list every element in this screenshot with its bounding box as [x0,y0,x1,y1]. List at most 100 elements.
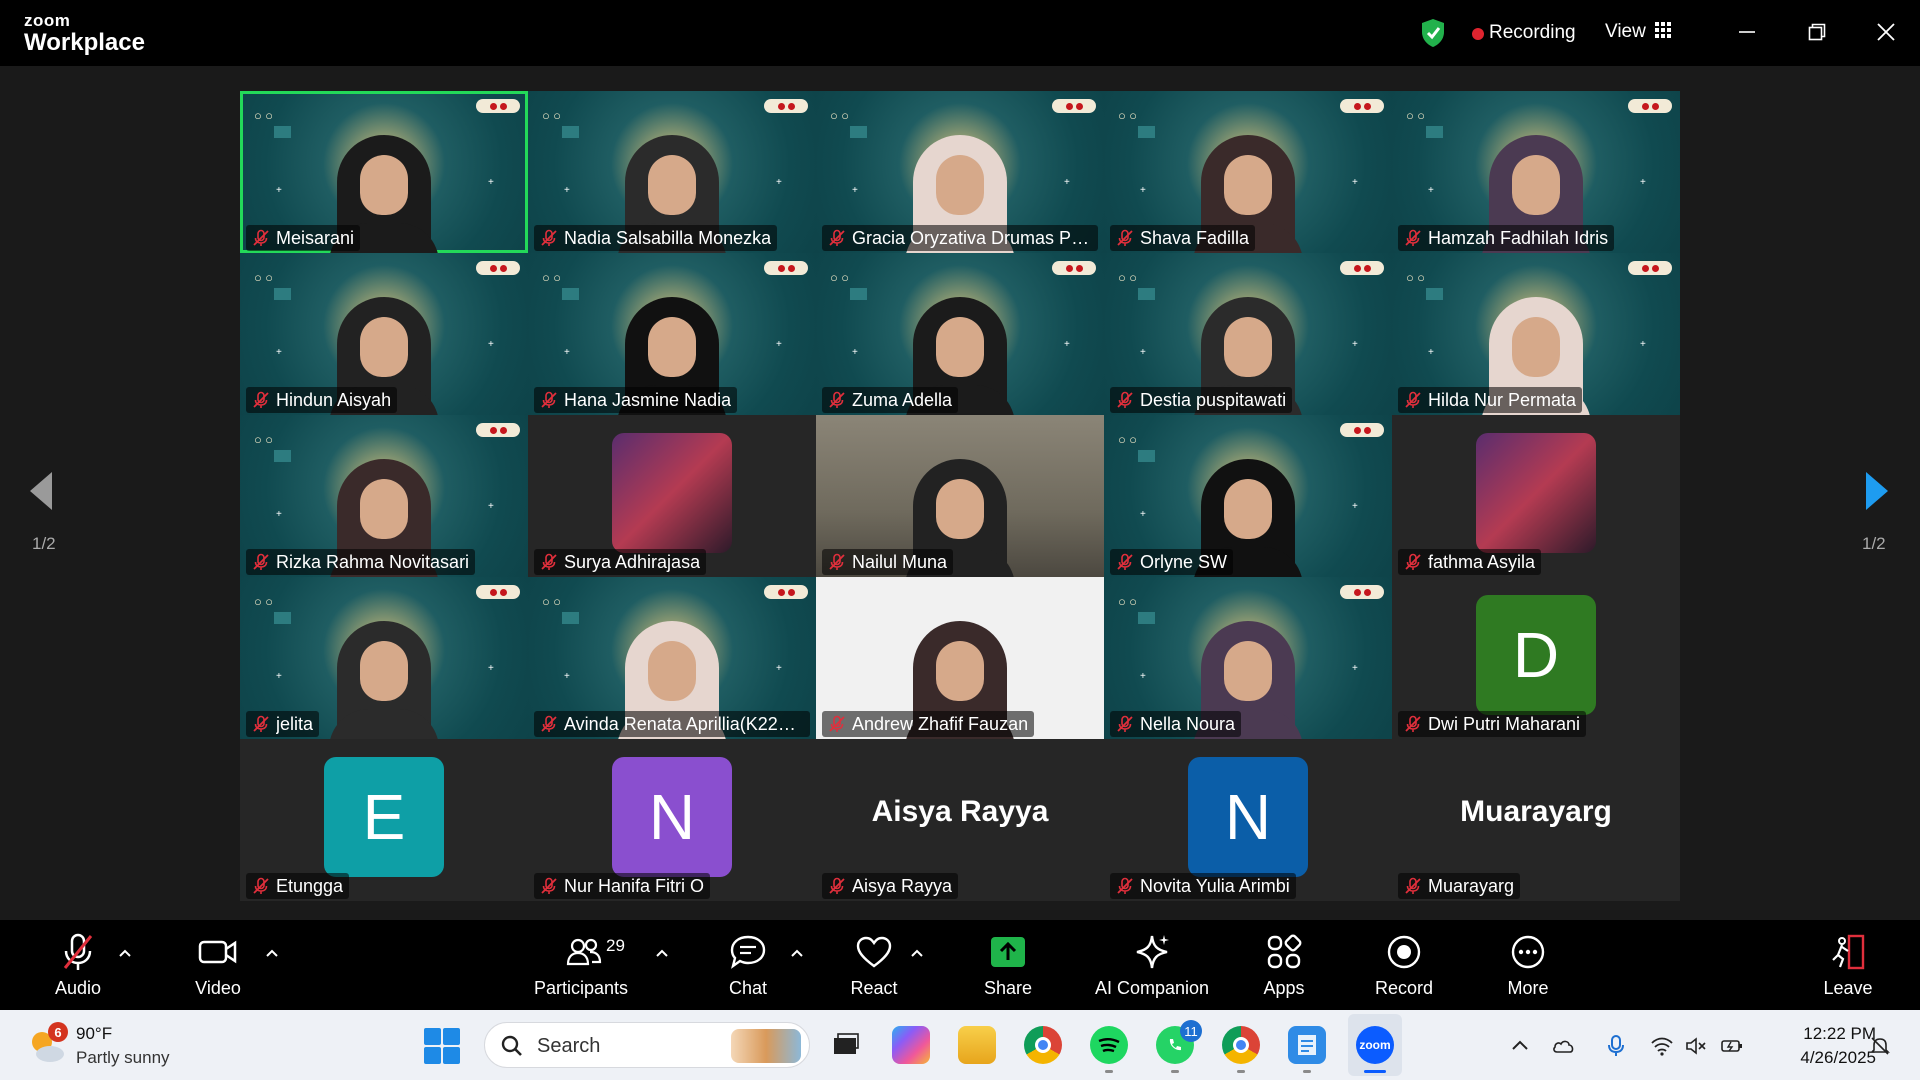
view-grid-icon[interactable] [1655,22,1671,38]
participant-tile[interactable]: ○ ○ + + Meisarani [240,91,528,253]
participants-options-caret-icon[interactable] [655,946,669,960]
react-button[interactable]: React [844,932,904,999]
search-placeholder: Search [537,1035,601,1057]
microphone-in-use-icon[interactable] [1604,1034,1628,1058]
weather-description[interactable]: Partly sunny [76,1048,170,1068]
task-view-button[interactable] [826,1026,864,1064]
minimize-icon [1739,31,1755,33]
audio-options-caret-icon[interactable] [118,946,132,960]
video-options-caret-icon[interactable] [265,946,279,960]
star-decoration: + [564,185,570,196]
chat-button[interactable]: Chat [718,932,778,999]
participant-tile[interactable]: N Novita Yulia Arimbi [1104,739,1392,901]
minimize-button[interactable] [1727,14,1767,50]
participant-tile[interactable]: N Nur Hanifa Fitri O [528,739,816,901]
participant-tile[interactable]: ○ ○ + + Hilda Nur Permata [1392,253,1680,415]
leave-button[interactable]: Leave [1818,932,1878,999]
clock-time[interactable]: 12:22 PM [1776,1024,1876,1044]
next-page-arrow-icon[interactable] [1864,470,1890,512]
audio-button[interactable]: Audio [48,932,108,999]
muted-mic-icon [1405,553,1421,570]
virtual-background-graphic: ○ ○ [542,270,579,301]
participant-display-name: Aisya Rayya [871,795,1049,828]
participant-tile[interactable]: ○ ○ + + Destia puspitawati [1104,253,1392,415]
taskbar-search-box[interactable]: Search [484,1022,810,1068]
participant-name: Muarayarg [1428,875,1515,896]
participant-tile[interactable]: Nailul Muna [816,415,1104,577]
background-logo-badge [476,423,520,437]
ai-sparkle-icon [1136,935,1169,969]
participants-count: 29 [606,936,625,955]
participant-tile[interactable]: ○ ○ + + Orlyne SW [1104,415,1392,577]
title-bar: zoom Workplace Recording View [0,0,1920,66]
more-button[interactable]: More [1498,932,1558,999]
muted-mic-icon [1117,877,1133,894]
participant-name: Surya Adhirajasa [564,551,701,572]
previous-page-arrow-icon[interactable] [28,470,54,512]
clock-date[interactable]: 4/26/2025 [1776,1048,1876,1068]
participant-tile[interactable]: E Etungga [240,739,528,901]
security-shield-icon[interactable] [1420,18,1446,48]
virtual-background-graphic: ○ ○ [542,108,579,139]
chrome-profile-app-icon[interactable] [1222,1026,1260,1064]
windows-start-button[interactable] [424,1028,460,1064]
chrome-app-icon[interactable] [1024,1026,1062,1064]
participant-tile[interactable]: ○ ○ + + Avinda Renata Aprillia(K2224003) [528,577,816,739]
view-button[interactable]: View [1605,21,1646,43]
participant-tile[interactable]: ○ ○ + + Hamzah Fadhilah Idris [1392,91,1680,253]
notepad-app-icon[interactable] [1288,1026,1326,1064]
star-decoration: + [1640,177,1646,188]
video-button[interactable]: Video [188,932,248,999]
participant-tile[interactable]: ○ ○ + + Nadia Salsabilla Monezka [528,91,816,253]
react-options-caret-icon[interactable] [910,946,924,960]
participant-tile[interactable]: ○ ○ + + Gracia Oryzativa Drumas Pa... [816,91,1104,253]
participant-name-tag: fathma Asyila [1398,549,1542,575]
virtual-background-graphic: ○ ○ [254,270,291,301]
spotify-app-icon[interactable] [1090,1026,1128,1064]
participant-name-tag: Nella Noura [1110,711,1242,737]
ai-companion-button[interactable]: AI Companion [1090,932,1214,999]
muted-mic-icon [1405,229,1421,246]
participant-tile[interactable]: Muarayarg Muarayarg [1392,739,1680,901]
virtual-background-graphic: ○ ○ [254,108,291,139]
recording-label[interactable]: Recording [1489,22,1576,44]
battery-charging-icon[interactable] [1720,1034,1744,1058]
participant-tile[interactable]: ○ ○ + + Hindun Aisyah [240,253,528,415]
muted-mic-icon [1117,553,1133,570]
participant-tile[interactable]: fathma Asyila [1392,415,1680,577]
copilot-app-icon[interactable] [892,1026,930,1064]
whatsapp-badge: 11 [1180,1020,1202,1042]
onedrive-cloud-icon[interactable] [1552,1034,1576,1058]
leave-door-icon [1832,934,1865,970]
participant-name: Aisya Rayya [852,875,953,896]
participant-tile[interactable]: ○ ○ + + Hana Jasmine Nadia [528,253,816,415]
camera-icon [198,940,237,964]
participant-tile[interactable]: Aisya Rayya Aisya Rayya [816,739,1104,901]
restore-button[interactable] [1797,14,1837,50]
notification-bell-icon[interactable] [1868,1034,1892,1058]
chrome-profile-center [1233,1037,1249,1053]
participant-tile[interactable]: D Dwi Putri Maharani [1392,577,1680,739]
show-hidden-icons-chevron-icon[interactable] [1508,1034,1532,1058]
apps-button[interactable]: Apps [1254,932,1314,999]
share-button[interactable]: Share [978,932,1038,999]
wifi-icon[interactable] [1650,1034,1674,1058]
participant-tile[interactable]: Surya Adhirajasa [528,415,816,577]
zoom-app-icon[interactable]: zoom [1356,1026,1394,1064]
participant-tile[interactable]: ○ ○ + + Nella Noura [1104,577,1392,739]
participant-tile[interactable]: ○ ○ + + Zuma Adella [816,253,1104,415]
star-decoration: + [276,671,282,682]
participant-tile[interactable]: Andrew Zhafif Fauzan [816,577,1104,739]
participant-name: Shava Fadilla [1140,227,1250,248]
participant-tile[interactable]: ○ ○ + + Shava Fadilla [1104,91,1392,253]
weather-temperature[interactable]: 90°F [76,1024,112,1044]
chat-options-caret-icon[interactable] [790,946,804,960]
speaker-muted-icon[interactable] [1684,1034,1708,1058]
participant-name-tag: Nadia Salsabilla Monezka [534,225,778,251]
star-decoration: + [776,339,782,350]
participant-tile[interactable]: ○ ○ + + Rizka Rahma Novitasari [240,415,528,577]
file-explorer-app-icon[interactable] [958,1026,996,1064]
record-button[interactable]: Record [1374,932,1434,999]
close-button[interactable] [1866,14,1906,50]
participant-tile[interactable]: ○ ○ + + jelita [240,577,528,739]
